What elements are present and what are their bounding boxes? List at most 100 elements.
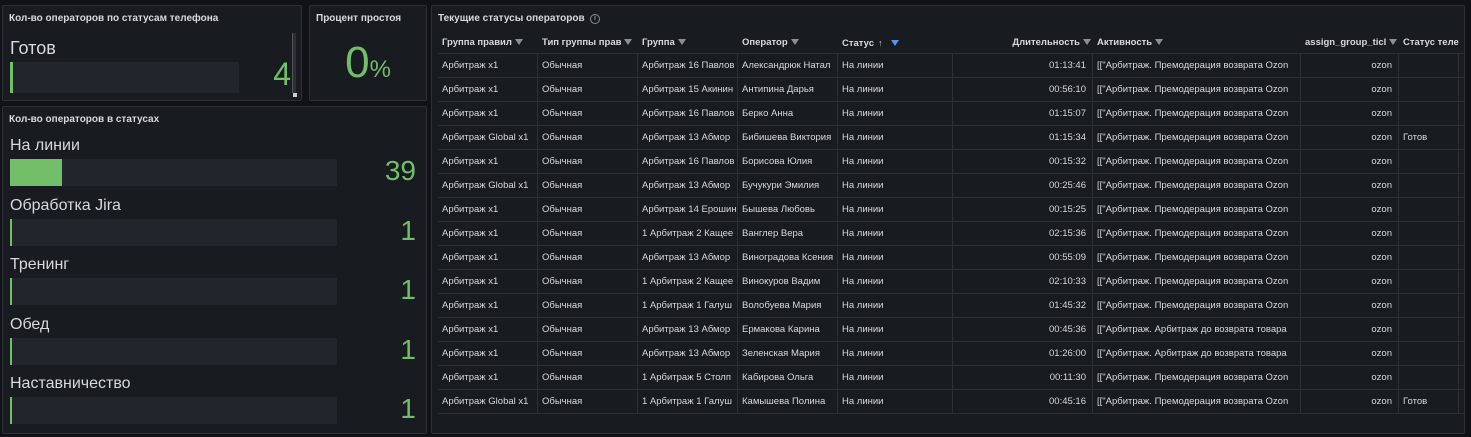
table-row[interactable]: Арбитраж x1 Обычная Арбитраж 16 Павлов Бори… [438,150,1464,174]
table-cell: Обычная [538,198,638,221]
table-cell: [["Арбитраж. Премодерация возврата Ozon [1093,126,1301,149]
bar-gauge-track [10,62,239,93]
table-row[interactable]: Арбитраж x1 Обычная Арбитраж 13 Абмор Виног… [438,246,1464,270]
table-row[interactable]: Арбитраж x1 Обычная Арбитраж 15 Акинин Анти… [438,78,1464,102]
scrollbar[interactable] [292,33,296,93]
table-cell: Виноградова Ксения [738,246,838,269]
filter-icon[interactable] [1155,39,1164,46]
table-cell: На линии [838,222,953,245]
table-cell: [["Арбитраж. Премодерация возврата Ozon [1093,294,1301,317]
table-cell: Обычная [538,78,638,101]
table-row[interactable]: Арбитраж Global x1 Обычная 1 Арбитраж 1 Га… [438,390,1464,414]
table-cell: Обычная [538,246,638,269]
bar-gauge-fill [10,337,12,365]
filter-icon[interactable] [1083,39,1091,46]
table-cell: Арбитраж 15 Акинин [638,78,738,101]
table-cell: [["Арбитраж. Премодерация возврата Ozon [1093,390,1301,413]
column-header[interactable]: Оператор [738,32,838,53]
column-header-label: Группа [642,37,675,48]
table-cell: ozon [1301,198,1399,221]
table-cell: [["Арбитраж. Премодерация возврата Ozon [1093,150,1301,173]
sort-ascending-icon[interactable]: ↑ [878,38,883,48]
table-row[interactable]: Арбитраж x1 Обычная Арбитраж 14 Ерошин Быше… [438,198,1464,222]
table-cell: Обычная [538,126,638,149]
table-row[interactable]: Арбитраж x1 Обычная 1 Арбитраж 5 Столп Каби… [438,366,1464,390]
table-cell: На линии [838,390,953,413]
table-cell: ozon [1301,174,1399,197]
column-header[interactable]: Статус ↑ [838,32,953,53]
table-cell: На линии [838,126,953,149]
status-label: Наставничество [10,375,131,392]
table-cell [1399,102,1459,125]
column-header[interactable]: assign_group_ticl [1301,32,1399,53]
table-row[interactable]: Арбитраж x1 Обычная Арбитраж 13 Абмор Ермак… [438,318,1464,342]
table-cell: Обычная [538,54,638,77]
table-cell: Арбитраж 13 Абмор [638,318,738,341]
table-row[interactable]: Арбитраж Global x1 Обычная Арбитраж 13 Абм… [438,174,1464,198]
bar-gauge-fill [10,218,12,246]
status-row: Обед 1 [10,316,420,368]
table-cell [1399,54,1459,77]
panel-title: Кол-во операторов в статусах [9,114,160,125]
column-header[interactable]: Активность [1093,32,1301,53]
table-cell: Арбитраж 14 Ерошин [638,198,738,221]
table-cell: Обычная [538,294,638,317]
table-cell: Обычная [538,174,638,197]
status-count: 1 [400,274,416,305]
column-header[interactable]: Тип группы прав [538,32,638,53]
table-cell: [["Арбитраж. Арбитраж до возврата товара [1093,342,1301,365]
column-header-label: Группа правил [442,37,512,48]
table-cell: Обычная [538,342,638,365]
table-row[interactable]: Арбитраж x1 Обычная 1 Арбитраж 2 Кащее Вино… [438,270,1464,294]
table-cell: Борисова Юлия [738,150,838,173]
table-cell [1399,342,1459,365]
table-cell: [["Арбитраж. Премодерация возврата Ozon [1093,246,1301,269]
table-cell: 1 Арбитраж 2 Кащее [638,222,738,245]
table-cell [1399,222,1459,245]
bar-gauge-fill [10,278,12,305]
table-cell: Бучукури Эмилия [738,174,838,197]
table-cell: Обычная [538,150,638,173]
table-row[interactable]: Арбитраж x1 Обычная Арбитраж 16 Павлов Берк… [438,102,1464,126]
status-label: Обед [10,315,50,333]
table-cell [1399,294,1459,317]
table-cell: Волобуева Мария [738,294,838,317]
bar-gauge-fill [10,159,63,186]
table-cell: Арбитраж 13 Абмор [638,174,738,197]
bar-gauge-track [10,159,337,186]
table-cell: Арбитраж x1 [438,198,538,221]
table-row[interactable]: Арбитраж x1 Обычная Арбитраж 13 Абмор Зелен… [438,342,1464,366]
resize-handle[interactable] [293,93,297,97]
table-row[interactable]: Арбитраж x1 Обычная 1 Арбитраж 2 Кащее Ванг… [438,222,1464,246]
filter-icon[interactable] [624,39,633,46]
table-cell: ozon [1301,150,1399,173]
filter-icon[interactable] [1389,39,1398,46]
column-header-label: Оператор [742,37,788,48]
status-count: 1 [400,214,416,246]
column-header[interactable]: Группа правил [438,32,538,53]
status-row: Тренинг 1 [10,256,420,308]
table-cell: ozon [1301,390,1399,413]
column-header[interactable]: Группа [638,32,738,53]
table-row[interactable]: Арбитраж x1 Обычная Арбитраж 16 Павлов Алек… [438,54,1464,78]
column-header[interactable]: Длительность [953,32,1093,53]
table-row[interactable]: Арбитраж Global x1 Обычная Арбитраж 13 Абм… [438,126,1464,150]
table-cell: Арбитраж 13 Абмор [638,126,738,149]
table-cell: ozon [1301,270,1399,293]
table-cell: На линии [838,366,953,389]
table-cell: [["Арбитраж. Премодерация возврата Ozon [1093,54,1301,77]
filter-icon[interactable] [890,40,899,47]
table-cell: Арбитраж x1 [438,366,538,389]
filter-icon[interactable] [790,39,799,46]
table-cell: 01:15:34 [953,126,1093,149]
column-header[interactable]: Статус теле [1399,32,1459,53]
table-cell: ozon [1301,318,1399,341]
table-cell: Арбитраж x1 [438,102,538,125]
filter-icon[interactable] [677,39,686,46]
filter-icon[interactable] [514,39,523,46]
table-cell: Камышева Полина [738,390,838,413]
table-row[interactable]: Арбитраж x1 Обычная 1 Арбитраж 1 Галуш Воло… [438,294,1464,318]
info-icon[interactable]: i [590,14,600,24]
table-cell: Арбитраж x1 [438,318,538,341]
table-cell: 01:26:00 [953,342,1093,365]
